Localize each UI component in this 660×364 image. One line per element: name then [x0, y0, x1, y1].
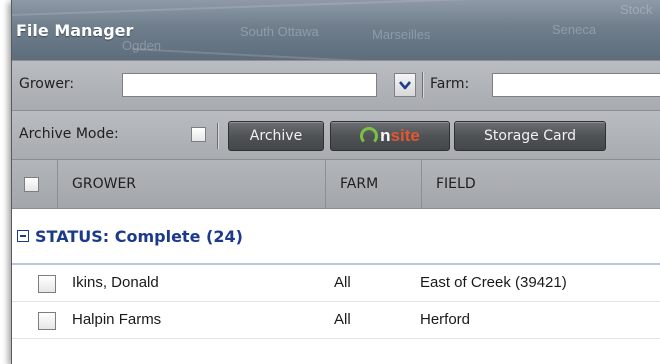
map-label: Marseilles [372, 27, 431, 42]
farm-label: Farm: [430, 76, 470, 92]
map-label: Ogden [122, 38, 162, 53]
archive-mode-checkbox[interactable] [191, 127, 206, 142]
toolbar-separator [422, 72, 423, 98]
grower-label: Grower: [19, 76, 75, 92]
toolbar-separator [217, 123, 218, 149]
farm-cell: All [334, 274, 351, 291]
grower-cell: Ikins, Donald [72, 274, 159, 291]
window-title: File Manager [16, 21, 134, 40]
field-cell: East of Creek (39421) [420, 274, 567, 291]
grower-combobox[interactable] [122, 73, 377, 97]
field-cell: Herford [420, 311, 471, 328]
table-row[interactable]: Ikins, Donald All East of Creek (39421) [12, 265, 660, 302]
farm-combobox[interactable] [492, 73, 660, 97]
row-checkbox[interactable] [38, 275, 56, 293]
map-road [12, 0, 660, 16]
archive-button[interactable]: Archive [228, 121, 324, 151]
map-label: Seneca [552, 22, 597, 37]
collapse-icon[interactable] [17, 230, 29, 242]
file-manager-window: South Ottawa Marseilles Seneca Ogden Sto… [11, 0, 660, 364]
column-header-field[interactable]: FIELD [422, 160, 660, 208]
action-toolbar: Archive Mode: Archive n site Storage Card [12, 110, 660, 159]
farm-cell: All [334, 311, 351, 328]
map-road [131, 48, 552, 60]
select-all-checkbox[interactable] [24, 176, 39, 192]
map-label: Stock [620, 2, 653, 17]
grower-dropdown-button[interactable] [394, 73, 416, 97]
status-group-row[interactable]: STATUS: Complete (24) [12, 209, 660, 265]
onsite-logo-n: n [380, 126, 391, 145]
onsite-logo-site: site [390, 126, 420, 145]
table-row[interactable]: Halpin Farms All Herford [12, 302, 660, 339]
select-all-column [12, 160, 58, 208]
row-checkbox[interactable] [38, 312, 56, 330]
grower-cell: Halpin Farms [72, 311, 162, 328]
filter-toolbar: Grower: Farm: [12, 60, 660, 110]
column-header-grower[interactable]: GROWER [58, 160, 326, 208]
map-label: South Ottawa [240, 24, 319, 39]
status-group-label: STATUS: Complete (24) [35, 227, 243, 246]
onsite-button[interactable]: n site [330, 121, 450, 151]
storage-card-button[interactable]: Storage Card [454, 121, 606, 151]
onsite-logo-icon [360, 127, 379, 145]
chevron-down-icon [399, 81, 411, 90]
grid-header: GROWER FARM FIELD [12, 159, 660, 209]
column-header-farm[interactable]: FARM [326, 160, 422, 208]
archive-mode-label: Archive Mode: [19, 126, 119, 142]
title-bar[interactable]: South Ottawa Marseilles Seneca Ogden Sto… [12, 0, 660, 60]
